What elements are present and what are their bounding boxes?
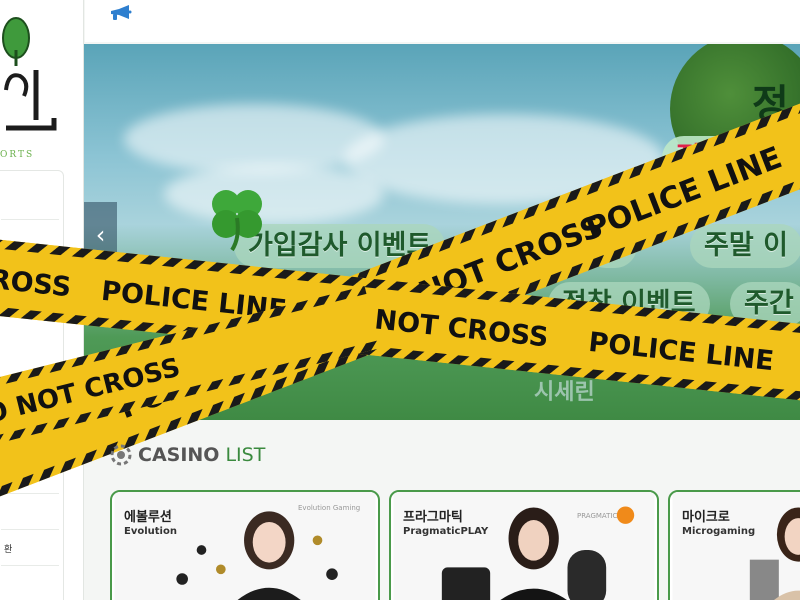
event-pill-weekly[interactable]: 주간 [730, 282, 800, 326]
provider-subtitle: PragmaticPLAY [403, 526, 489, 537]
sidebar: ORTS 환 [0, 0, 84, 600]
banner-prev-button[interactable]: ‹ [84, 202, 117, 268]
casino-card-pragmatic[interactable]: PRAGMATIC 프라그마틱 PragmaticPLAY [389, 490, 659, 600]
event-pill-second[interactable]: 트 [584, 224, 637, 268]
sidebar-divider [1, 219, 59, 220]
banner-title: 정 [752, 81, 789, 128]
event-banner[interactable]: 정 정인 가입감사 이벤트 트 주말 이 벤트 정착 이벤트 주간 시세린 ‹ [84, 44, 800, 420]
provider-brand-mark: PRAGMATIC [577, 512, 618, 520]
sidebar-panel-top [0, 170, 64, 420]
logo-tagline: ORTS [0, 150, 35, 160]
sidebar-panel-bottom [0, 440, 64, 600]
casino-list-header: CASINO LIST [110, 440, 265, 470]
provider-subtitle: Evolution [124, 526, 177, 537]
page-root: ORTS 환 정 정인 가입감사 이벤트 트 주말 이 벤트 정착 이벤트 주간 [0, 0, 800, 600]
provider-brand-mark: Evolution Gaming [298, 504, 361, 512]
banner-faded-text: 시세린 [534, 380, 595, 405]
casino-card-evolution[interactable]: Evolution Gaming 에볼루션 Evolution [110, 490, 380, 600]
sidebar-divider [1, 565, 59, 566]
sidebar-divider [1, 529, 59, 530]
provider-name: 에볼루션 [124, 510, 172, 525]
event-pill-row2[interactable]: 벤트 [434, 282, 512, 326]
cloud [164, 164, 384, 224]
casino-chip-icon [110, 444, 132, 466]
four-leaf-clover-icon [212, 190, 262, 252]
event-pill-settle[interactable]: 정착 이벤트 [548, 282, 710, 326]
section-title-light: LIST [225, 444, 266, 466]
sidebar-menu-item[interactable]: 환 [4, 542, 12, 555]
provider-subtitle: Microgaming [682, 526, 756, 537]
megaphone-icon [111, 5, 132, 20]
sidebar-divider [1, 493, 59, 494]
event-pill-top[interactable]: 정인 [662, 136, 740, 180]
event-pill-weekend[interactable]: 주말 이 [690, 224, 800, 268]
notice-bar [85, 0, 800, 42]
provider-name: 마이크로 [682, 510, 730, 525]
section-title-strong: CASINO [138, 444, 220, 466]
site-logo[interactable] [0, 0, 84, 170]
cloud [344, 114, 664, 204]
casino-card-microgaming[interactable]: 마이크로 Microgaming [668, 490, 800, 600]
provider-name: 프라그마틱 [403, 510, 463, 525]
